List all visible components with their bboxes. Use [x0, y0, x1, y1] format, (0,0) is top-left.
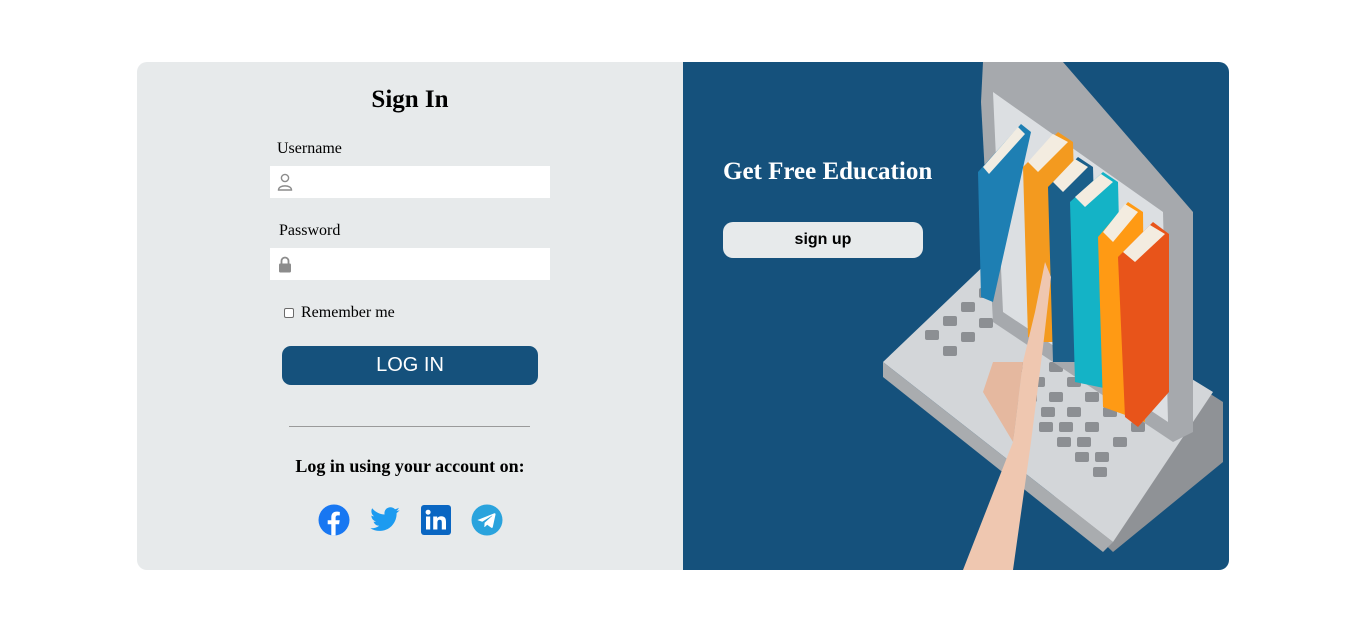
- social-login-title: Log in using your account on:: [295, 456, 525, 476]
- twitter-icon[interactable]: [369, 504, 401, 536]
- username-input[interactable]: [300, 166, 550, 198]
- promo-panel: Get Free Education sign up: [683, 62, 1229, 570]
- user-icon: [270, 166, 300, 198]
- signin-title: Sign In: [371, 86, 449, 113]
- laptop-books-hand-illustration: [883, 62, 1223, 570]
- telegram-icon[interactable]: [471, 504, 503, 536]
- username-label: Username: [277, 140, 342, 157]
- password-field[interactable]: [270, 248, 550, 280]
- facebook-icon[interactable]: [318, 504, 350, 536]
- signup-button[interactable]: sign up: [723, 222, 923, 258]
- remember-checkbox[interactable]: [284, 308, 294, 318]
- remember-me[interactable]: Remember me: [284, 304, 395, 322]
- promo-title: Get Free Education: [723, 158, 933, 185]
- username-field[interactable]: [270, 166, 550, 198]
- divider: [289, 426, 530, 427]
- lock-icon: [270, 248, 300, 280]
- linkedin-icon[interactable]: [420, 504, 452, 536]
- password-label: Password: [279, 222, 341, 239]
- login-button[interactable]: LOG IN: [282, 346, 538, 385]
- social-links: [318, 504, 503, 536]
- remember-label: Remember me: [301, 304, 395, 321]
- password-input[interactable]: [300, 248, 550, 280]
- signin-panel: Sign In Username Password Remember me LO…: [137, 62, 683, 570]
- login-card: Sign In Username Password Remember me LO…: [137, 62, 1229, 570]
